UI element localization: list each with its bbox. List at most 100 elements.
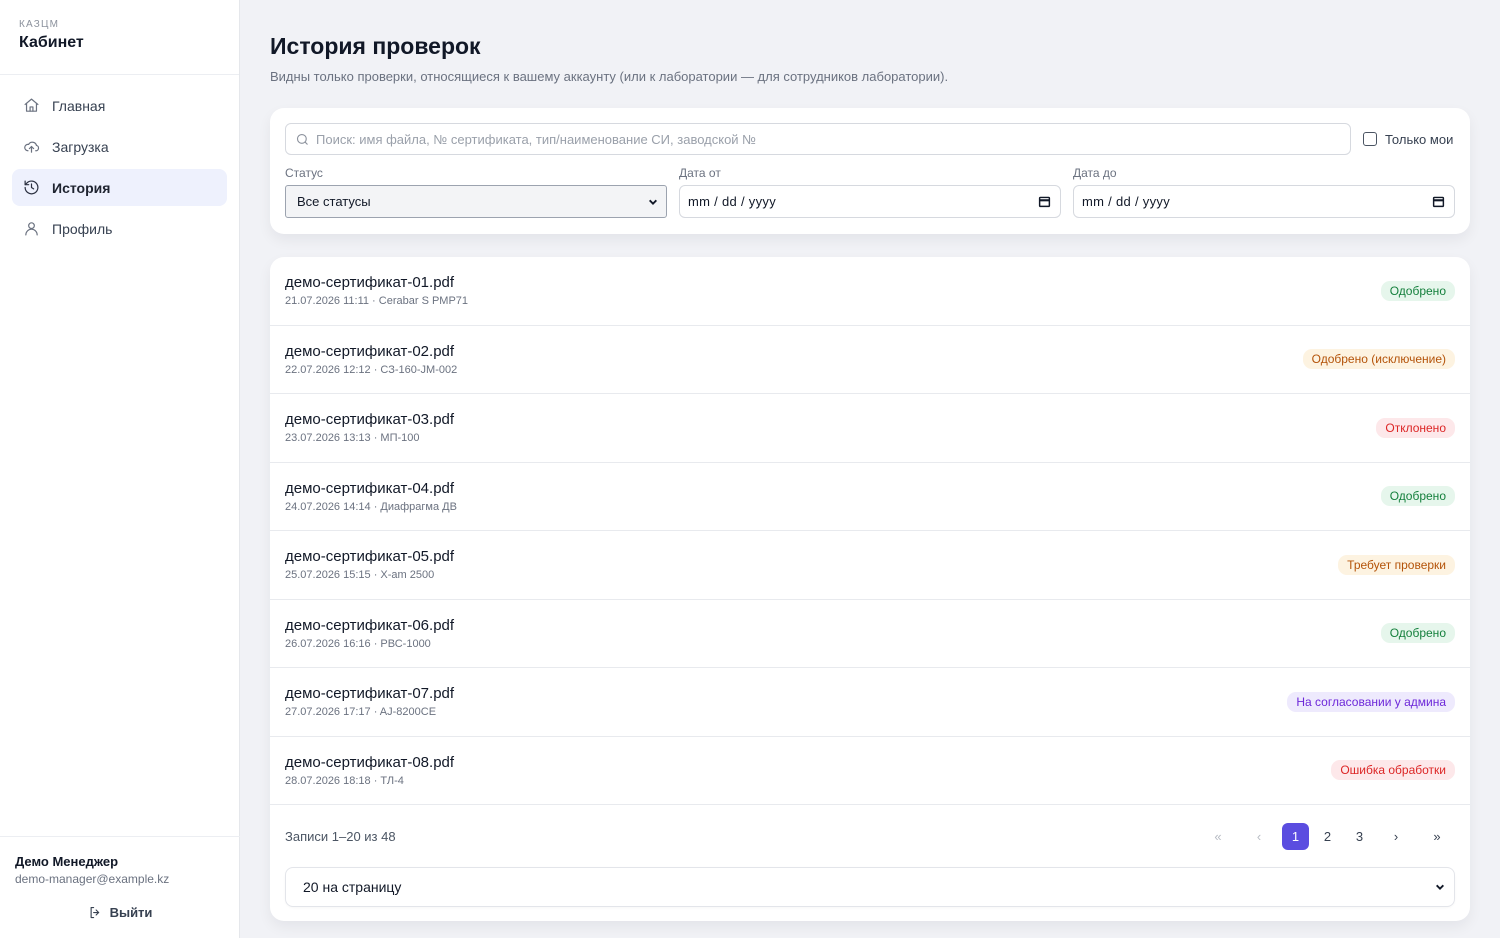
user-email: demo-manager@example.kz [15,872,170,886]
date-to-value: mm / dd / yyyy [1082,194,1170,209]
status-filter: Статус Все статусы [285,166,667,218]
list-item[interactable]: демо-сертификат-05.pdf 25.07.2026 15:15 … [270,531,1470,600]
per-page-value: 20 на страницу [303,879,402,895]
status-badge: Отклонено [1376,417,1455,438]
sidebar-item-home[interactable]: Главная [12,87,227,124]
list-item-info: демо-сертификат-08.pdf 28.07.2026 18:18 … [285,754,454,787]
records-count: Записи 1–20 из 48 [285,828,396,844]
user-icon [25,222,38,236]
status-badge: Одобрено [1380,280,1455,301]
per-page-select[interactable]: 20 на страницу [285,867,1455,907]
status-label: Статус [285,166,323,180]
file-meta: 22.07.2026 12:12 · СЗ-160-ЈМ-002 [285,363,458,376]
date-from-filter: Дата от mm / dd / yyyy [679,166,1061,218]
list-item[interactable]: демо-сертификат-04.pdf 24.07.2026 14:14 … [270,463,1470,531]
file-name: демо-сертификат-04.pdf [285,479,455,497]
file-meta: 24.07.2026 14:14 · Диафрагма ДВ [285,500,457,513]
file-name: демо-сертификат-05.pdf [285,548,455,566]
filter-row: Статус Все статусы Дата от mm / dd / yyy… [285,166,1455,218]
list-item[interactable]: демо-сертификат-07.pdf 27.07.2026 17:17 … [270,668,1470,737]
only-mine-checkbox[interactable] [1363,132,1377,146]
list-item-info: демо-сертификат-03.pdf 23.07.2026 13:13 … [285,411,454,444]
date-to-input[interactable]: mm / dd / yyyy [1073,185,1455,218]
file-meta: 23.07.2026 13:13 · МП-100 [285,432,420,445]
list-item[interactable]: демо-сертификат-03.pdf 23.07.2026 13:13 … [270,394,1470,463]
list-item-info: демо-сертификат-04.pdf 24.07.2026 14:14 … [285,480,457,513]
search-icon [296,133,308,145]
pagination: « ‹ 1 2 3 › » [1195,822,1455,850]
sidebar-nav: Главная Загрузка История Профиль [0,75,239,263]
filters-panel: Только мои Статус Все статусы Дата от mm… [270,108,1470,234]
first-page-button[interactable]: « [1200,823,1236,850]
sidebar-item-upload[interactable]: Загрузка [12,128,227,165]
chevron-down-icon [649,199,657,205]
list-footer: Записи 1–20 из 48 « ‹ 1 2 3 › » 20 на ст… [270,805,1470,907]
home-icon [24,98,39,112]
records-list: демо-сертификат-01.pdf 21.07.2026 11:11 … [270,257,1470,921]
file-name: демо-сертификат-08.pdf [285,753,455,771]
logout-button[interactable]: Выйти [15,905,225,920]
main-content: История проверок Видны только проверки, … [270,0,1470,921]
date-from-input[interactable]: mm / dd / yyyy [679,185,1061,218]
sidebar-item-history[interactable]: История [12,169,227,206]
status-select[interactable]: Все статусы [285,185,667,218]
page-button-2[interactable]: 2 [1314,823,1341,850]
file-meta: 28.07.2026 18:18 · ТЛ-4 [285,774,404,787]
sidebar-item-label: Профиль [52,220,113,237]
pager-row: Записи 1–20 из 48 « ‹ 1 2 3 › » [285,805,1455,867]
sidebar-item-label: Загрузка [52,138,109,155]
page-button-3[interactable]: 3 [1346,823,1373,850]
search-input[interactable] [286,124,1350,154]
list-item-info: демо-сертификат-06.pdf 26.07.2026 16:16 … [285,617,454,650]
list-item-info: демо-сертификат-07.pdf 27.07.2026 17:17 … [285,685,454,718]
page-button-1[interactable]: 1 [1282,822,1309,850]
date-to-filter: Дата до mm / dd / yyyy [1073,166,1455,218]
calendar-icon[interactable] [1038,195,1051,208]
prev-page-button[interactable]: ‹ [1241,823,1277,850]
last-page-button[interactable]: » [1419,823,1455,850]
sidebar-footer: Демо Менеджер demo-manager@example.kz Вы… [0,836,240,938]
next-page-button[interactable]: › [1378,823,1414,850]
status-badge: Одобрено (исключение) [1302,349,1455,370]
date-from-value: mm / dd / yyyy [688,194,776,209]
file-meta: 25.07.2026 15:15 · X-am 2500 [285,569,435,582]
date-to-label: Дата до [1073,166,1117,180]
file-name: демо-сертификат-02.pdf [285,342,455,360]
status-badge: Одобрено [1380,623,1455,644]
status-badge: Ошибка обработки [1331,760,1455,781]
only-mine-toggle[interactable]: Только мои [1363,132,1453,147]
list-item[interactable]: демо-сертификат-01.pdf 21.07.2026 11:11 … [270,257,1470,326]
list-item[interactable]: демо-сертификат-02.pdf 22.07.2026 12:12 … [270,326,1470,394]
chevron-down-icon [1436,884,1444,890]
list-item[interactable]: демо-сертификат-08.pdf 28.07.2026 18:18 … [270,737,1470,805]
file-name: демо-сертификат-06.pdf [285,616,455,634]
list-item[interactable]: демо-сертификат-06.pdf 26.07.2026 16:16 … [270,600,1470,668]
history-icon [24,180,39,195]
file-name: демо-сертификат-01.pdf [285,274,455,292]
status-badge: Одобрено [1380,486,1455,507]
date-from-label: Дата от [679,166,721,180]
only-mine-label: Только мои [1385,131,1454,147]
sidebar-item-label: Главная [52,97,106,114]
status-select-value: Все статусы [297,194,371,209]
search-box [285,123,1351,155]
brand-title: Кабинет [19,34,84,51]
file-meta: 26.07.2026 16:16 · РВС-1000 [285,637,431,650]
list-item-info: демо-сертификат-05.pdf 25.07.2026 15:15 … [285,548,454,581]
status-badge: На согласовании у админа [1287,691,1455,712]
list-item-info: демо-сертификат-02.pdf 22.07.2026 12:12 … [285,343,457,376]
file-name: демо-сертификат-03.pdf [285,411,455,429]
page-title: История проверок [270,33,481,59]
sidebar-item-profile[interactable]: Профиль [12,210,227,247]
logout-label: Выйти [109,905,153,920]
brand: КАЗЦМ Кабинет [0,0,239,75]
page-subtitle: Видны только проверки, относящиеся к ваш… [270,69,949,84]
user-name: Демо Менеджер [15,854,119,869]
file-meta: 21.07.2026 11:11 · Cerabar S PMP71 [285,295,469,308]
brand-org: КАЗЦМ [19,19,60,30]
status-badge: Требует проверки [1338,554,1455,575]
file-meta: 27.07.2026 17:17 · AJ-8200CE [285,706,437,719]
calendar-icon[interactable] [1432,195,1445,208]
upload-cloud-icon [24,141,40,153]
sidebar: КАЗЦМ Кабинет Главная Загрузка История П… [0,0,240,938]
